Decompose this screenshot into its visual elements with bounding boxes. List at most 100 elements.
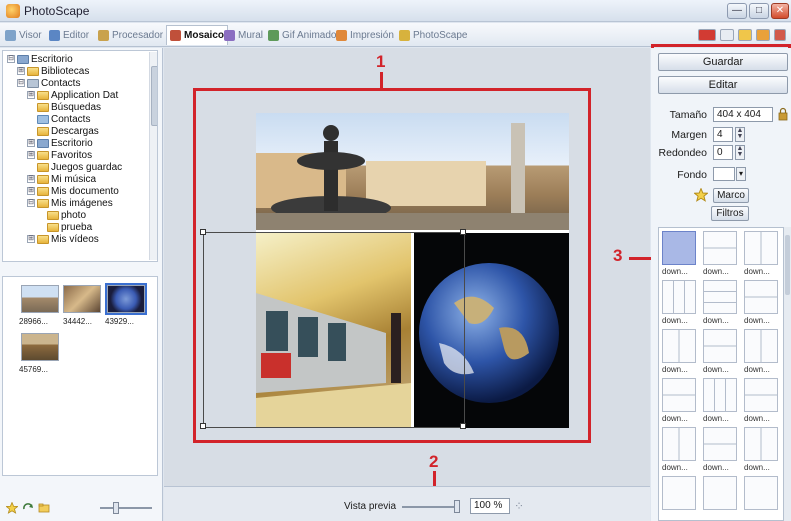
tab-photoscape[interactable]: PhotoScape (396, 27, 471, 43)
collage-cell-fountain[interactable] (256, 113, 569, 230)
tree-item[interactable]: ⊞ Application Dat (27, 89, 118, 101)
slider-knob[interactable] (454, 500, 460, 513)
layout-thumbnail[interactable] (662, 476, 696, 510)
tab-editor[interactable]: Editor (46, 27, 92, 43)
layout-thumbnail[interactable] (703, 280, 737, 314)
scroll-thumb[interactable] (151, 66, 157, 126)
star-icon[interactable] (6, 502, 18, 514)
layout-thumbnail[interactable] (662, 329, 696, 363)
layout-thumbnail[interactable] (662, 231, 696, 265)
color-picker-icon[interactable] (774, 29, 786, 41)
tree-item[interactable]: Búsquedas (37, 101, 101, 113)
margin-stepper[interactable]: ▲ ▼ (735, 127, 745, 142)
tree-item[interactable]: ⊞ Mis documento (27, 185, 119, 197)
minimize-button[interactable]: — (727, 3, 747, 19)
fit-to-window-icon[interactable]: ⁘ (514, 499, 528, 513)
tree-item[interactable]: ⊞ Mi música (27, 173, 96, 185)
layout-thumbnail[interactable] (744, 378, 778, 412)
frame-button[interactable]: Marco (713, 188, 749, 203)
close-button[interactable]: ✕ (771, 3, 789, 19)
tree-item[interactable]: ⊞ Favoritos (27, 149, 92, 161)
music-folder-icon (37, 174, 49, 184)
thumbnail-size-slider[interactable] (100, 502, 152, 514)
layout-thumbnail[interactable] (703, 329, 737, 363)
screen-capture-icon[interactable] (756, 29, 770, 41)
zoom-value-field[interactable]: 100 % (470, 498, 510, 514)
rotate-icon[interactable] (22, 502, 34, 514)
preview-label: Vista previa (344, 501, 397, 512)
gif-icon (268, 29, 279, 41)
tree-item[interactable]: Descargas (37, 125, 99, 137)
layout-thumbnail[interactable] (744, 280, 778, 314)
layout-thumbnail[interactable] (703, 476, 737, 510)
open-folder-icon[interactable] (38, 502, 50, 514)
favorites-folder-icon (37, 150, 49, 160)
tab-gif-animado[interactable]: Gif Animado (265, 27, 339, 43)
desktop-icon (17, 54, 29, 64)
lock-icon[interactable] (777, 107, 789, 121)
tree-item[interactable]: ⊟ Escritorio (7, 53, 73, 65)
tab-visor[interactable]: Visor (2, 27, 45, 43)
annotation-label-1: 1 (376, 52, 386, 71)
tree-item[interactable]: ⊞ Escritorio (27, 137, 93, 149)
tree-item[interactable]: ⊞ Mis vídeos (27, 233, 99, 245)
filters-button[interactable]: Filtros (711, 206, 749, 221)
documents-folder-icon (37, 186, 49, 196)
folder-icon (47, 222, 59, 232)
layout-thumbnail[interactable] (703, 378, 737, 412)
round-stepper[interactable]: ▲ ▼ (735, 145, 745, 160)
background-color-dropdown[interactable]: ▾ (736, 167, 746, 181)
maximize-button[interactable]: □ (749, 3, 769, 19)
layout-thumbnail[interactable] (744, 329, 778, 363)
collage-cell-earth[interactable] (414, 233, 569, 428)
edit-button[interactable]: Editar (658, 76, 788, 94)
folder-tree[interactable]: ⊟ Escritorio ⊞ Bibliotecas ⊟ Contacts ⊞ Appl… (2, 50, 158, 262)
subway-photo (256, 293, 411, 428)
round-field[interactable]: 0 (713, 145, 733, 160)
slider-knob[interactable] (113, 502, 119, 514)
layout-grid-scrollbar[interactable] (784, 227, 791, 521)
layout-thumbnail[interactable] (703, 427, 737, 461)
save-button[interactable]: Guardar (658, 53, 788, 71)
tree-item[interactable]: ⊟ Contacts (17, 77, 80, 89)
background-color-swatch[interactable] (713, 167, 735, 181)
layout-thumbnail[interactable] (662, 427, 696, 461)
layout-thumbnail[interactable] (703, 231, 737, 265)
zoom-slider[interactable] (402, 500, 460, 513)
videos-folder-icon (37, 234, 49, 244)
tree-item[interactable]: prueba (47, 221, 92, 233)
tree-item[interactable]: Contacts (37, 113, 90, 125)
layout-thumbnail[interactable] (744, 427, 778, 461)
tab-procesador[interactable]: Procesador (95, 27, 166, 43)
scroll-thumb[interactable] (785, 235, 790, 295)
left-toolbar (0, 488, 163, 521)
tree-item[interactable]: ⊞ Bibliotecas (17, 65, 89, 77)
layout-thumbnail[interactable] (744, 231, 778, 265)
thumbnail-street[interactable] (21, 333, 59, 361)
help-icon[interactable] (720, 29, 734, 41)
window-title: PhotoScape (24, 4, 90, 18)
menu-icon[interactable] (698, 29, 716, 41)
fountain-photo (256, 123, 569, 230)
star-icon[interactable] (694, 188, 708, 202)
collage-preview[interactable] (256, 113, 569, 428)
editor-icon (49, 29, 60, 41)
tree-item[interactable]: ⊟ Mis imágenes (27, 197, 113, 209)
size-field[interactable]: 404 x 404 (713, 107, 773, 122)
folder-icon (47, 210, 59, 220)
tab-impresion[interactable]: Impresión (333, 27, 397, 43)
thumbnail-earth[interactable] (105, 283, 147, 315)
thumbnail-fountain[interactable] (21, 285, 59, 313)
layout-thumbnail[interactable] (744, 476, 778, 510)
layout-thumbnail[interactable] (662, 280, 696, 314)
tree-vertical-scrollbar[interactable] (149, 52, 157, 260)
tree-item[interactable]: photo (47, 209, 86, 221)
collage-cell-subway[interactable] (256, 233, 411, 428)
tab-mosaico[interactable]: Mosaico (166, 25, 229, 45)
folder-icon[interactable] (738, 29, 752, 41)
margin-field[interactable]: 4 (713, 127, 733, 142)
tree-item[interactable]: Juegos guardac (37, 161, 122, 173)
tab-mural[interactable]: Mural (221, 27, 266, 43)
layout-thumbnail[interactable] (662, 378, 696, 412)
thumbnail-subway[interactable] (63, 285, 101, 313)
